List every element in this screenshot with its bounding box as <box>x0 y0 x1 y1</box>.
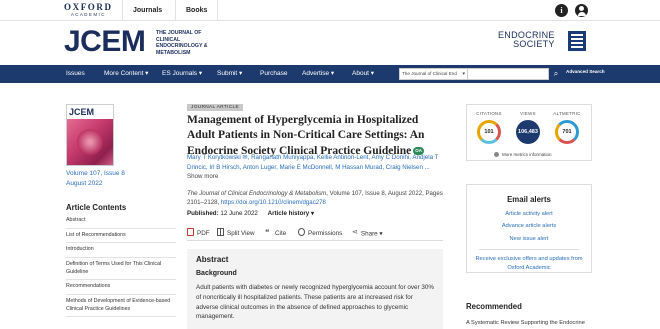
alerts-divider <box>479 249 579 251</box>
account-icon[interactable] <box>575 4 588 17</box>
journals-link[interactable]: Journals <box>122 0 172 21</box>
article-type-tag: JOURNAL ARTICLE <box>187 104 243 111</box>
cite-label: Cite <box>275 230 287 237</box>
cover-image <box>67 119 113 165</box>
journal-full-name: THE JOURNAL OF CLINICAL ENDOCRINOLOGY & … <box>156 30 208 56</box>
share-icon: ⋖ <box>352 229 358 236</box>
article-metrics: CITATIONS VIEWS ALTMETRIC 101 106,483 70… <box>466 104 592 161</box>
permissions-button[interactable]: Permissions <box>298 228 343 239</box>
advanced-search-link[interactable]: Advanced Search <box>566 69 605 74</box>
toc-introduction[interactable]: Introduction <box>66 243 176 259</box>
issue-date: August 2022 <box>66 179 103 187</box>
new-issue-alert-link[interactable]: New issue alert <box>467 236 591 243</box>
search-button[interactable]: ⌕ <box>550 68 562 80</box>
toc-recommendations[interactable]: Recommendations <box>66 280 176 296</box>
show-more-authors[interactable]: Show more <box>187 173 218 180</box>
article-title-text: Management of Hyperglycemia in Hospitali… <box>187 114 425 157</box>
main-nav: Issues More Content ▾ ES Journals ▾ Subm… <box>0 65 660 83</box>
nav-about[interactable]: About ▾ <box>352 65 374 83</box>
doi-link[interactable]: https://doi.org/10.1210/clinem/dgac278 <box>221 199 326 206</box>
top-bar: OXFORD ACADEMIC Journals Books i <box>0 0 660 21</box>
logo-line1: OXFORD <box>64 2 113 12</box>
article-toolbar: PDF Split View ❝ Cite Permissions ⋖ Share … <box>187 227 443 241</box>
toc-list-of-recommendations[interactable]: List of Recommendations <box>66 229 176 244</box>
issue-link[interactable]: Volume 107, Issue 8 August 2022 <box>66 169 125 189</box>
author-links[interactable]: Mary T Korytkowski ✉, Ranganath Muniyapp… <box>187 154 438 171</box>
article-title: Management of Hyperglycemia in Hospitali… <box>187 113 437 159</box>
issue-cover[interactable]: JCEM <box>66 104 114 166</box>
citations-label: CITATIONS <box>476 111 502 116</box>
pdf-icon <box>187 228 194 237</box>
search-scope-select[interactable]: The Journal of Clinical End <box>402 69 468 79</box>
logo-line2: ACADEMIC <box>70 12 106 17</box>
altmetric-badge[interactable]: 701 <box>555 120 579 144</box>
abstract-section: Abstract Background Adult patients with … <box>187 249 443 329</box>
article-history-button[interactable]: Article history ▾ <box>268 210 314 217</box>
split-view-label: Split View <box>227 230 255 237</box>
published-row: Published: 12 June 2022 Article history … <box>187 210 314 217</box>
nav-more-content[interactable]: More Content ▾ <box>104 65 148 83</box>
nav-submit[interactable]: Submit ▾ <box>217 65 242 83</box>
altmetric-label: ALTMETRIC <box>553 111 581 116</box>
recommended-item[interactable]: A Systematic Review Supporting the Endoc… <box>466 320 592 326</box>
published-date: 12 June 2022 <box>220 210 258 217</box>
permissions-label: Permissions <box>308 230 343 237</box>
quote-icon: ❝ <box>265 228 270 238</box>
info-icon[interactable]: i <box>555 4 568 17</box>
nav-es-journals[interactable]: ES Journals ▾ <box>162 65 202 83</box>
citation-line: The Journal of Clinical Endocrinology & … <box>187 189 449 207</box>
oxford-offers-link[interactable]: Receive exclusive offers and updates fro… <box>467 255 591 272</box>
split-view-icon <box>217 228 224 237</box>
share-button[interactable]: ⋖ Share ▾ <box>352 229 383 239</box>
masthead: JCEM THE JOURNAL OF CLINICAL ENDOCRINOLO… <box>0 21 660 65</box>
pdf-button[interactable]: PDF <box>187 228 210 239</box>
abstract-heading: Abstract <box>196 255 229 264</box>
more-metrics-link[interactable]: More metrics information <box>494 152 552 157</box>
abstract-text: Adult patients with diabetes or newly re… <box>196 284 435 321</box>
article-activity-alert-link[interactable]: Article activity alert <box>467 211 591 218</box>
issue-volume: Volume 107, Issue 8 <box>66 170 125 177</box>
views-badge[interactable]: 106,483 <box>516 120 540 144</box>
nav-advertise[interactable]: Advertise ▾ <box>302 65 334 83</box>
toc-definition-of-terms[interactable]: Definition of Terms Used for This Clinic… <box>66 258 176 281</box>
society-mark-icon <box>568 31 586 51</box>
split-view-button[interactable]: Split View <box>217 228 255 239</box>
published-label: Published: <box>187 210 219 217</box>
oxford-academic-logo[interactable]: OXFORD ACADEMIC <box>64 3 113 18</box>
society-line2: SOCIETY <box>513 39 555 49</box>
books-link[interactable]: Books <box>175 0 219 21</box>
pdf-label: PDF <box>197 230 210 237</box>
toc-abstract[interactable]: Abstract <box>66 214 176 229</box>
nav-purchase[interactable]: Purchase <box>260 65 287 83</box>
nav-issues[interactable]: Issues <box>66 65 85 83</box>
article-contents-heading: Article Contents <box>66 203 127 212</box>
advance-article-alerts-link[interactable]: Advance article alerts <box>467 223 591 230</box>
toc-methods[interactable]: Methods of Development of Evidence-based… <box>66 295 176 318</box>
views-label: VIEWS <box>520 111 536 116</box>
email-alerts-heading: Email alerts <box>507 195 551 204</box>
search-icon: ⌕ <box>553 69 559 78</box>
journal-logo[interactable]: JCEM <box>64 27 146 57</box>
citations-badge[interactable]: 101 <box>477 120 501 144</box>
author-list: Mary T Korytkowski ✉, Ranganath Muniyapp… <box>187 153 445 182</box>
advanced-search-label: Advanced Search <box>566 69 605 74</box>
recommended-heading: Recommended <box>466 302 522 311</box>
cover-title: JCEM <box>67 105 113 119</box>
copyright-icon <box>298 228 305 237</box>
article-contents-list: Abstract List of Recommendations Introdu… <box>66 214 176 318</box>
email-alerts-panel: Email alerts Article activity alert Adva… <box>466 184 592 273</box>
share-label: Share ▾ <box>360 230 383 238</box>
journal-name: The Journal of Clinical Endocrinology & … <box>187 190 327 197</box>
search-input[interactable]: The Journal of Clinical End <box>399 68 549 80</box>
cite-button[interactable]: ❝ Cite <box>265 228 287 239</box>
endocrine-society-logo[interactable]: ENDOCRINE SOCIETY <box>498 31 555 49</box>
background-heading: Background <box>196 270 237 277</box>
